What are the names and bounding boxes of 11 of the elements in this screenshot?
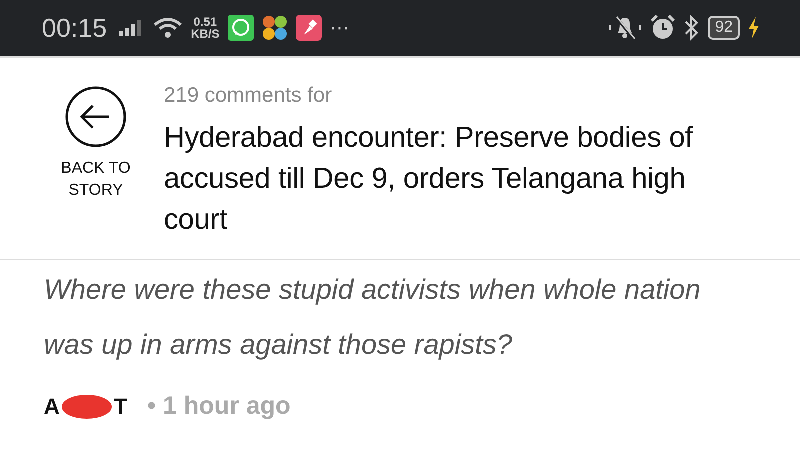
battery-level: 92 xyxy=(708,16,740,40)
comment-time: • 1 hour ago xyxy=(147,392,291,421)
comments-count: 219 comments for xyxy=(164,84,334,108)
back-to-story-button[interactable]: BACK TO STORY xyxy=(44,84,148,241)
article-title: Hyderabad encounter: Preserve bodies of accused till Dec 9, orders Telangana high court xyxy=(164,121,694,238)
clock-time: 00:15 xyxy=(42,12,108,44)
author-name: A xyxy=(44,394,60,420)
comment-text: Where were these stupid activists when whole nation was up in arms against those rapists? xyxy=(44,273,702,362)
more-notifications: ··· xyxy=(330,16,350,40)
network-speed: 0.51 KB/S xyxy=(191,16,220,40)
author-name: T xyxy=(114,394,128,420)
